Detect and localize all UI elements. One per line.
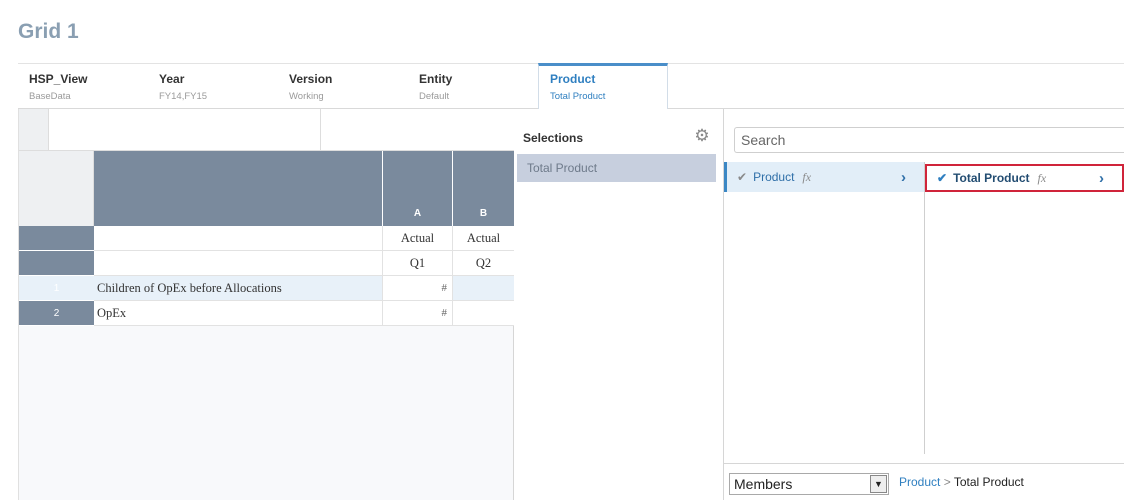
- pov-bar: HSP_View BaseData Year FY14,FY15 Version…: [18, 63, 1124, 110]
- data-cell[interactable]: [453, 301, 515, 326]
- pov-dimension: Version: [289, 72, 333, 86]
- member-label: Total Product: [953, 171, 1030, 185]
- pov-year[interactable]: Year FY14,FY15: [148, 64, 278, 110]
- pov-member: Working: [289, 91, 324, 102]
- gear-icon[interactable]: ⚙: [693, 127, 711, 145]
- column-header-b[interactable]: B: [453, 151, 515, 226]
- pov-member: Total Product: [550, 91, 606, 102]
- selections-panel: Selections ⚙ Total Product: [514, 109, 724, 500]
- data-cell[interactable]: [453, 276, 515, 301]
- header-cell: Actual: [453, 226, 515, 251]
- data-cell[interactable]: #: [383, 276, 453, 301]
- breadcrumb-separator: >: [943, 475, 951, 489]
- fx-icon[interactable]: fx: [802, 170, 811, 185]
- row-label[interactable]: OpEx: [94, 301, 383, 326]
- dropdown-arrow-icon[interactable]: ▼: [870, 475, 887, 493]
- member-selector-footer: Members ▼ Product > Total Product: [724, 463, 1124, 500]
- pov-entity[interactable]: Entity Default: [408, 64, 538, 110]
- header-cell: Q2: [453, 251, 515, 276]
- row-label[interactable]: Children of OpEx before Allocations: [94, 276, 383, 301]
- pov-version[interactable]: Version Working: [278, 64, 408, 110]
- select-value: Members: [734, 476, 793, 492]
- pov-dimension: HSP_View: [29, 72, 88, 86]
- pov-member: Default: [419, 91, 450, 102]
- breadcrumb: Product > Total Product: [899, 475, 1024, 489]
- pov-dimension: Year: [159, 72, 185, 86]
- data-grid: A B Actual Actual Q1 Q2 1 Children of Op…: [18, 109, 515, 500]
- search-input[interactable]: [734, 127, 1124, 153]
- header-row-blank: [94, 226, 383, 251]
- pov-member: BaseData: [29, 91, 71, 102]
- header-row-marker: [19, 251, 94, 276]
- row-number[interactable]: 2: [19, 301, 94, 326]
- grid-header-corner: [19, 151, 94, 226]
- pov-dimension: Entity: [419, 72, 453, 86]
- data-cell[interactable]: #: [383, 301, 453, 326]
- header-cell: Actual: [383, 226, 453, 251]
- selection-item[interactable]: Total Product: [517, 154, 716, 182]
- breadcrumb-current: Total Product: [953, 475, 1024, 489]
- pov-hsp-view[interactable]: HSP_View BaseData: [18, 64, 148, 110]
- chevron-right-icon[interactable]: ›: [901, 169, 906, 186]
- member-label: Product: [753, 170, 795, 184]
- member-item-total-product[interactable]: ✔ Total Product fx ›: [925, 164, 1124, 192]
- page-title: Grid 1: [18, 20, 79, 43]
- member-column-1: ✔ Product fx ›: [724, 162, 924, 454]
- grid-row-header-area: [94, 151, 383, 226]
- member-selector: ✔ Product fx › ✔ Total Product fx › Memb…: [724, 109, 1124, 500]
- header-cell: Q1: [383, 251, 453, 276]
- breadcrumb-root[interactable]: Product: [899, 475, 940, 489]
- pov-dimension: Product: [550, 72, 596, 86]
- pov-product[interactable]: Product Total Product: [538, 63, 668, 110]
- members-filter-select[interactable]: Members ▼: [729, 473, 889, 495]
- member-item-product[interactable]: ✔ Product fx ›: [724, 162, 924, 192]
- header-row-blank: [94, 251, 383, 276]
- check-icon: ✔: [737, 170, 748, 184]
- check-icon: ✔: [937, 171, 948, 185]
- grid-corner: [19, 109, 49, 151]
- row-number[interactable]: 1: [19, 276, 94, 301]
- header-row-marker: [19, 226, 94, 251]
- fx-icon[interactable]: fx: [1038, 171, 1047, 186]
- selections-title: Selections: [523, 131, 584, 145]
- pov-member: FY14,FY15: [159, 91, 208, 102]
- chevron-right-icon[interactable]: ›: [1099, 170, 1104, 187]
- column-divider: [924, 162, 925, 454]
- column-header-a[interactable]: A: [383, 151, 453, 226]
- grid-top-strip: [49, 109, 515, 151]
